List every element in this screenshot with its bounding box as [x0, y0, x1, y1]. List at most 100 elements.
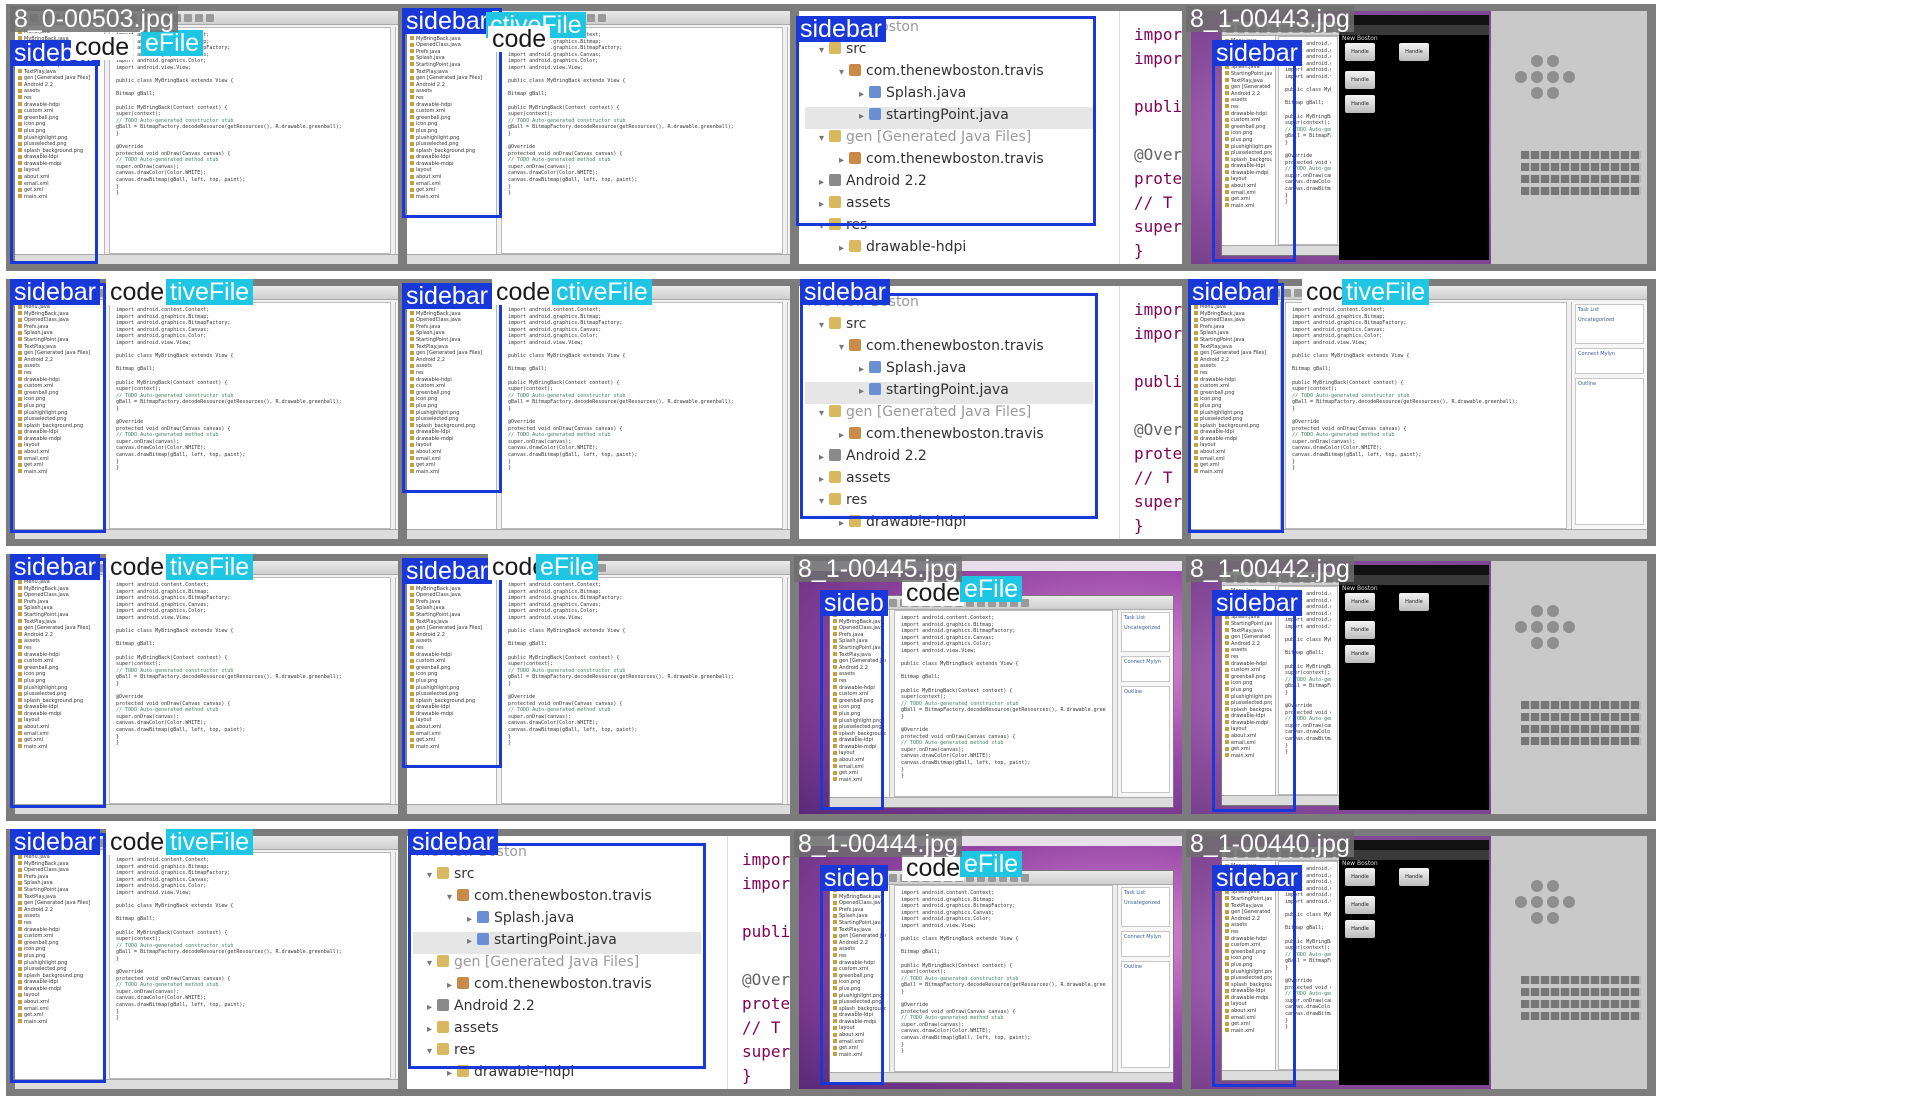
- code-editor[interactable]: import android.content.Context;import an…: [1285, 302, 1567, 529]
- dpad-button[interactable]: [1515, 71, 1527, 83]
- dpad-button[interactable]: [1547, 912, 1559, 924]
- dpad-button[interactable]: [1531, 605, 1543, 617]
- dpad-button[interactable]: [1531, 880, 1543, 892]
- toolbar-icon[interactable]: [206, 14, 214, 22]
- dpad-button[interactable]: [1563, 621, 1575, 633]
- code-line: }: [508, 130, 512, 137]
- keyboard-row[interactable]: [1521, 725, 1641, 733]
- code-line: import android.view.View;: [116, 889, 192, 896]
- handle-button[interactable]: Handle: [1345, 896, 1375, 914]
- twistie-icon[interactable]: ▸: [839, 243, 849, 254]
- dpad-button[interactable]: [1531, 87, 1543, 99]
- toolbar-icon[interactable]: [195, 14, 203, 22]
- handle-button[interactable]: Handle: [1345, 621, 1375, 639]
- twistie-icon[interactable]: ▸: [447, 1068, 457, 1079]
- dpad-button[interactable]: [1531, 55, 1543, 67]
- handle-button[interactable]: Handle: [1345, 71, 1375, 89]
- code-editor[interactable]: import android.content.Context;import an…: [501, 577, 783, 804]
- code-line: import android.graphics.Canvas;: [901, 634, 995, 641]
- connect-mylyn-title[interactable]: Connect Mylyn: [1122, 657, 1169, 667]
- dpad-button[interactable]: [1547, 605, 1559, 617]
- dpad-button[interactable]: [1563, 71, 1575, 83]
- code-line: Bitmap gBall;: [116, 91, 156, 98]
- keyboard-row[interactable]: [1521, 1012, 1641, 1020]
- connect-mylyn-title[interactable]: Connect Mylyn: [1576, 349, 1643, 359]
- dpad-button[interactable]: [1547, 55, 1559, 67]
- code-editor[interactable]: import android.content.Context;import an…: [109, 302, 391, 529]
- code-editor[interactable]: import android.content.Context;import an…: [501, 302, 783, 529]
- dpad-button[interactable]: [1547, 621, 1559, 633]
- dpad-button[interactable]: [1531, 896, 1543, 908]
- dpad-button[interactable]: [1515, 621, 1527, 633]
- dpad-button[interactable]: [1515, 896, 1527, 908]
- toolbar-icon[interactable]: [587, 14, 595, 22]
- code-editor[interactable]: import android.content.Context;import an…: [109, 27, 391, 254]
- dpad-button[interactable]: [1531, 621, 1543, 633]
- keyboard-row[interactable]: [1521, 1000, 1641, 1008]
- toolbar-icon[interactable]: [889, 874, 897, 882]
- dpad-button[interactable]: [1531, 637, 1543, 649]
- handle-button[interactable]: Handle: [1345, 43, 1375, 61]
- toolbar-icon[interactable]: [598, 564, 606, 572]
- handle-button[interactable]: Handle: [1399, 43, 1429, 61]
- keyboard-row[interactable]: [1521, 713, 1641, 721]
- toolbar-icon[interactable]: [1283, 289, 1291, 297]
- toolbar-icon[interactable]: [889, 599, 897, 607]
- handle-button[interactable]: Handle: [1399, 868, 1429, 886]
- sidebar-box: [820, 590, 884, 810]
- sidebar-label: sidebar: [800, 279, 890, 305]
- dpad-button[interactable]: [1531, 71, 1543, 83]
- keyboard-row[interactable]: [1521, 701, 1641, 709]
- dpad-button[interactable]: [1531, 912, 1543, 924]
- code-line: }: [116, 130, 120, 137]
- dpad-button[interactable]: [1547, 637, 1559, 649]
- code-editor[interactable]: import android.content.Context;import an…: [109, 577, 391, 804]
- connect-mylyn-title[interactable]: Connect Mylyn: [1122, 932, 1169, 942]
- code-editor[interactable]: import android.content.Context;import an…: [894, 610, 1113, 797]
- status-bar: [1339, 565, 1489, 575]
- dpad-button[interactable]: [1547, 87, 1559, 99]
- handle-button[interactable]: Handle: [1345, 920, 1375, 938]
- dpad-button[interactable]: [1547, 880, 1559, 892]
- tree-item[interactable]: ▸ drawable-hdpi: [805, 239, 1093, 261]
- toolbar-icon[interactable]: [1021, 874, 1029, 882]
- handle-button[interactable]: Handle: [1399, 593, 1429, 611]
- handle-button[interactable]: Handle: [1345, 593, 1375, 611]
- code-line: super(context);: [116, 111, 162, 118]
- toolbar-icon[interactable]: [1021, 599, 1029, 607]
- code-editor[interactable]: import android.content.Context;import an…: [501, 27, 783, 254]
- code-line: public MyBringBack(Context context) {: [116, 654, 228, 661]
- keyboard-row[interactable]: [1521, 737, 1641, 745]
- code-line: }: [116, 183, 120, 190]
- handle-button[interactable]: Handle: [1345, 645, 1375, 663]
- keyboard-row[interactable]: [1521, 175, 1641, 183]
- code-label: code: [106, 554, 169, 580]
- toolbar-icon[interactable]: [598, 14, 606, 22]
- handle-button[interactable]: Handle: [1345, 95, 1375, 113]
- code-line: }: [508, 740, 512, 747]
- handle-button-label: Handle: [1351, 902, 1369, 908]
- dpad-button[interactable]: [1547, 896, 1559, 908]
- handle-button[interactable]: Handle: [1345, 868, 1375, 886]
- code-editor[interactable]: import android.content.Context;import an…: [894, 885, 1113, 1072]
- emulator-screen: New Boston Handle Handle Handle Handle: [1339, 840, 1489, 1085]
- twistie-icon[interactable]: ▸: [839, 518, 849, 529]
- toolbar-icon[interactable]: [1294, 289, 1302, 297]
- uncategorized-label: Uncategorized: [1578, 317, 1615, 323]
- keyboard-row[interactable]: [1521, 151, 1641, 159]
- keyboard-row[interactable]: [1521, 976, 1641, 984]
- dpad-button[interactable]: [1547, 71, 1559, 83]
- code-editor[interactable]: import android.content.Context;import an…: [109, 852, 391, 1079]
- toolbar-icon[interactable]: [184, 14, 192, 22]
- keyboard-row[interactable]: [1521, 163, 1641, 171]
- keyboard-row[interactable]: [1521, 988, 1641, 996]
- dpad-button[interactable]: [1563, 896, 1575, 908]
- code-line: }: [508, 465, 512, 472]
- keyboard-row[interactable]: [1521, 187, 1641, 195]
